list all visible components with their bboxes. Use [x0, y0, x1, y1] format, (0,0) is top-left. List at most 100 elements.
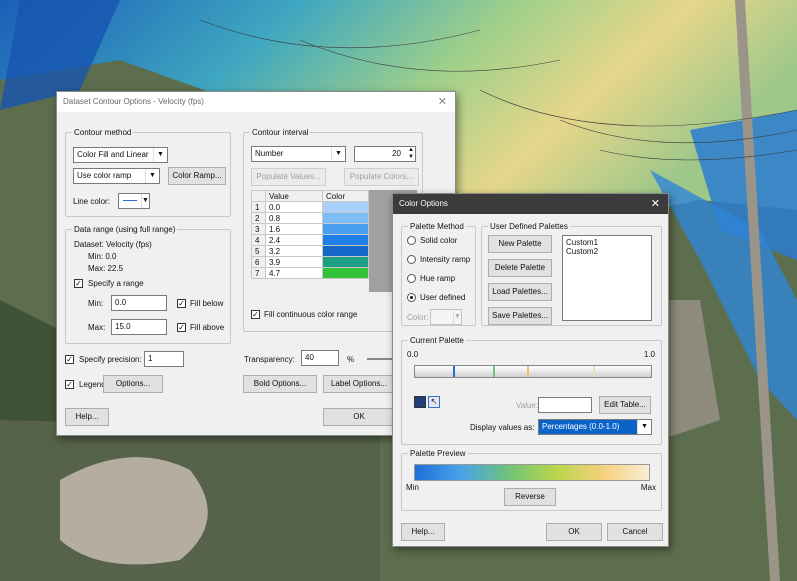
marker-value-input[interactable] [538, 397, 592, 413]
palette-preview-gradient [414, 464, 650, 481]
value-cell[interactable]: 0.8 [265, 212, 323, 224]
specify-range-label: Specify a range [88, 279, 144, 288]
specify-precision-checkbox[interactable]: ✓ [65, 355, 74, 364]
load-palettes-button[interactable]: Load Palettes... [488, 283, 552, 301]
color-ramp-mode-select[interactable]: Use color ramp ▼ [73, 168, 160, 184]
radio-hue-ramp-label: Hue ramp [420, 274, 456, 283]
table-row[interactable]: 1 0.0 [251, 201, 369, 213]
populate-values-button[interactable]: Populate Values... [251, 168, 326, 186]
bold-options-button[interactable]: Bold Options... [243, 375, 317, 393]
contour-interval-caption: Contour interval [250, 127, 311, 138]
palette-marker[interactable] [493, 366, 495, 377]
delete-palette-button[interactable]: Delete Palette [488, 259, 552, 277]
palette-editor-bar[interactable] [414, 365, 652, 378]
label-options-button[interactable]: Label Options... [323, 375, 395, 393]
fill-continuous-checkbox[interactable]: ✓ [251, 310, 260, 319]
range-max-label: Max: [88, 323, 106, 332]
palette-min-tick: 0.0 [407, 350, 419, 359]
list-item[interactable]: Custom1 [566, 238, 648, 247]
palette-method-caption: Palette Method [408, 221, 466, 232]
transparency-label: Transparency: [244, 355, 295, 364]
color-swatch-cell[interactable] [322, 245, 369, 257]
range-min-input[interactable]: 0.0 [111, 295, 167, 311]
color-ramp-button[interactable]: Color Ramp... [168, 167, 226, 185]
radio-hue-ramp[interactable] [407, 274, 416, 283]
table-header-cell: Color [322, 190, 369, 202]
ok-button[interactable]: OK [546, 523, 602, 541]
value-cell[interactable]: 3.2 [265, 245, 323, 257]
interval-count-stepper[interactable]: 20 ▲ ▼ [354, 146, 416, 162]
value-label: Value: [516, 401, 539, 410]
row-number-cell: 1 [251, 201, 266, 213]
user-defined-palettes-caption: User Defined Palettes [488, 221, 570, 232]
select-marker-icon[interactable] [414, 396, 426, 408]
dialog-title: Dataset Contour Options - Velocity (fps) [63, 97, 204, 106]
line-color-swatch-icon [123, 200, 137, 201]
row-number-cell: 7 [251, 267, 266, 279]
solid-color-picker[interactable]: ▼ [430, 309, 462, 325]
color-swatch-cell[interactable] [322, 256, 369, 268]
table-row[interactable]: 3 1.6 [251, 223, 369, 235]
value-cell[interactable]: 1.6 [265, 223, 323, 235]
color-swatch-cell[interactable] [322, 267, 369, 279]
save-palettes-button[interactable]: Save Palettes... [488, 307, 552, 325]
transparency-input[interactable]: 40 [301, 350, 339, 366]
close-icon[interactable]: ✕ [651, 194, 660, 214]
help-button[interactable]: Help... [65, 408, 109, 426]
pointer-tool-icon[interactable]: ↖ [428, 396, 440, 408]
table-row[interactable]: 4 2.4 [251, 234, 369, 246]
preview-max-label: Max [640, 483, 656, 492]
row-number-cell: 4 [251, 234, 266, 246]
dataset-name-text: Dataset: Velocity (fps) [74, 240, 152, 249]
new-palette-button[interactable]: New Palette [488, 235, 552, 253]
radio-intensity-ramp[interactable] [407, 255, 416, 264]
help-button[interactable]: Help... [401, 523, 445, 541]
dialog-title-bar[interactable]: Dataset Contour Options - Velocity (fps)… [57, 92, 455, 112]
table-row[interactable]: 7 4.7 [251, 267, 369, 279]
palette-preview-group: Palette Preview Min Max Reverse [401, 448, 662, 511]
palette-marker[interactable] [527, 366, 529, 377]
palette-max-tick: 1.0 [643, 350, 655, 359]
reverse-button[interactable]: Reverse [504, 488, 556, 506]
value-cell[interactable]: 0.0 [265, 201, 323, 213]
edit-table-button[interactable]: Edit Table... [599, 396, 651, 414]
populate-colors-button[interactable]: Populate Colors... [344, 168, 419, 186]
radio-solid-color[interactable] [407, 236, 416, 245]
color-swatch-cell[interactable] [322, 234, 369, 246]
list-item[interactable]: Custom2 [566, 247, 648, 256]
contour-method-select[interactable]: Color Fill and Linear ▼ [73, 147, 168, 163]
color-swatch-cell[interactable] [322, 223, 369, 235]
row-number-cell: 5 [251, 245, 266, 257]
precision-input[interactable]: 1 [144, 351, 184, 367]
interval-type-select[interactable]: Number ▼ [251, 146, 346, 162]
value-cell[interactable]: 3.9 [265, 256, 323, 268]
value-cell[interactable]: 2.4 [265, 234, 323, 246]
fill-above-checkbox[interactable]: ✓ [177, 323, 186, 332]
radio-user-defined[interactable] [407, 293, 416, 302]
radio-solid-color-label: Solid color [420, 236, 458, 245]
palette-marker[interactable] [593, 366, 595, 377]
color-swatch-cell[interactable] [322, 212, 369, 224]
range-max-input[interactable]: 15.0 [111, 319, 167, 335]
contour-values-table[interactable]: Value Color 1 0.0 2 0.8 3 1.6 4 2.4 5 3.2 6 3.9 7 4.7 [251, 190, 369, 279]
table-row[interactable]: 5 3.2 [251, 245, 369, 257]
close-icon[interactable]: ✕ [438, 92, 447, 112]
value-cell[interactable]: 4.7 [265, 267, 323, 279]
palette-listbox[interactable]: Custom1 Custom2 [562, 235, 652, 321]
table-row[interactable]: 6 3.9 [251, 256, 369, 268]
table-row[interactable]: 2 0.8 [251, 212, 369, 224]
dialog-title-bar[interactable]: Color Options ✕ [393, 194, 668, 214]
contour-method-group: Contour method Color Fill and Linear ▼ U… [65, 127, 231, 217]
line-color-picker[interactable]: ▼ [118, 193, 150, 209]
cancel-button[interactable]: Cancel [607, 523, 663, 541]
palette-marker[interactable] [453, 366, 455, 377]
display-values-select[interactable]: Percentages (0.0-1.0) ▼ [538, 419, 652, 435]
color-swatch-cell[interactable] [322, 201, 369, 213]
legend-checkbox[interactable]: ✓ [65, 380, 74, 389]
spin-arrows-icon[interactable]: ▲ ▼ [408, 147, 414, 161]
ok-button[interactable]: OK [323, 408, 395, 426]
display-values-value: Percentages (0.0-1.0) [542, 422, 620, 431]
specify-range-checkbox[interactable]: ✓ [74, 279, 83, 288]
legend-options-button[interactable]: Options... [103, 375, 163, 393]
fill-below-checkbox[interactable]: ✓ [177, 299, 186, 308]
